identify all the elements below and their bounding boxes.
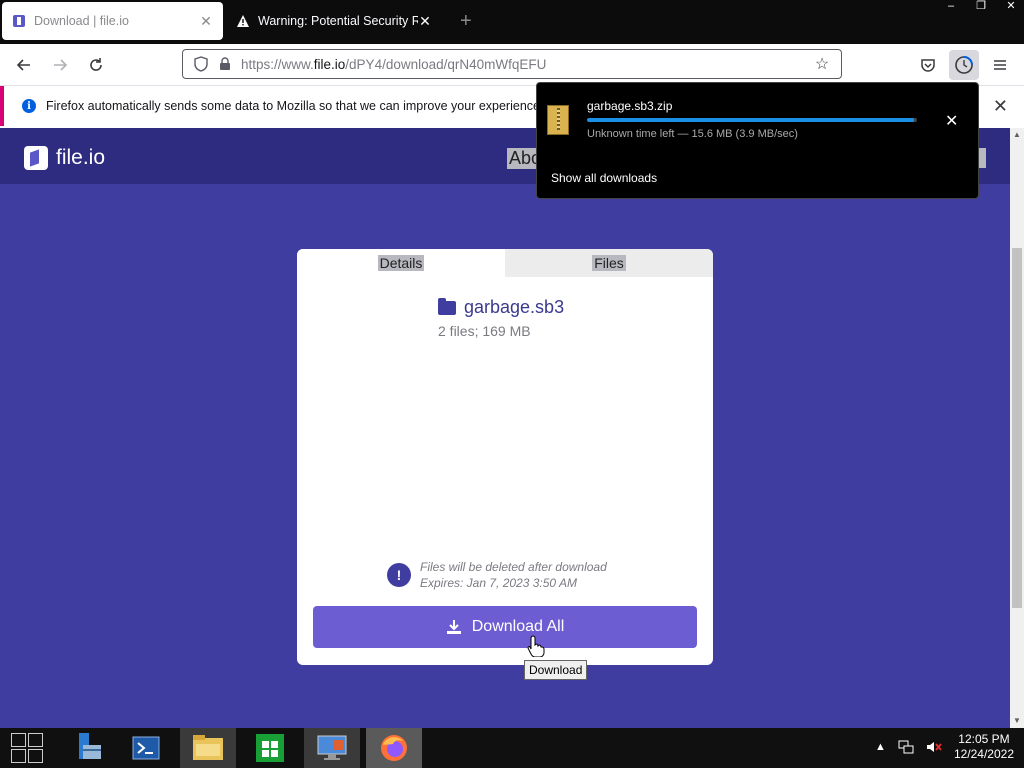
pocket-button[interactable] — [913, 50, 943, 80]
tab-security-warning[interactable]: Warning: Potential Security Risk ✕ — [226, 2, 442, 40]
warning-line-1: Files will be deleted after download — [420, 560, 607, 574]
info-icon: i — [22, 99, 36, 113]
download-icon — [446, 620, 461, 634]
windows-start-icon — [11, 733, 45, 763]
download-progress-icon — [955, 56, 973, 74]
reload-button[interactable] — [84, 53, 108, 77]
download-tooltip: Download — [524, 660, 588, 680]
tab-files[interactable]: Files — [505, 249, 713, 277]
system-tray: ▲ 12:05 PM 12/24/2022 — [875, 732, 1014, 762]
forward-arrow-icon — [54, 59, 68, 71]
lock-icon[interactable] — [217, 56, 233, 72]
tray-expand-icon[interactable]: ▲ — [875, 741, 886, 753]
cancel-download-icon[interactable]: ✕ — [945, 111, 958, 131]
menu-button[interactable] — [985, 50, 1015, 80]
page-scrollbar[interactable]: ▲ ▼ — [1010, 128, 1024, 728]
tracking-protection-icon[interactable] — [193, 56, 209, 72]
notification-close-icon[interactable]: ✕ — [993, 96, 1008, 117]
file-explorer-icon — [193, 735, 223, 760]
url-path: /dPY4/download/qrN40mWfqEFU — [345, 56, 547, 72]
taskbar-clock[interactable]: 12:05 PM 12/24/2022 — [954, 732, 1014, 762]
show-all-downloads-link[interactable]: Show all downloads — [551, 171, 657, 185]
file-name: garbage.sb3 — [464, 297, 565, 317]
taskbar-remote-desktop[interactable] — [304, 728, 360, 768]
downloads-button[interactable] — [949, 50, 979, 80]
back-arrow-icon — [16, 59, 30, 71]
window-controls: – ❐ ✕ — [946, 0, 1016, 14]
notification-text: Firefox automatically sends some data to… — [46, 99, 544, 113]
download-all-button[interactable]: Download All — [313, 606, 697, 648]
tab-download-fileio[interactable]: Download | file.io ✕ — [2, 2, 223, 40]
new-tab-button[interactable]: + — [460, 10, 472, 32]
taskbar-server-manager[interactable] — [58, 728, 114, 768]
scroll-down-icon[interactable]: ▼ — [1010, 714, 1024, 728]
tab-files-label: Files — [592, 255, 626, 271]
powershell-icon — [132, 736, 160, 760]
fileio-logo-icon — [24, 146, 48, 170]
forward-button[interactable] — [48, 53, 72, 77]
firefox-icon — [381, 735, 407, 761]
pocket-icon — [921, 59, 935, 72]
clock-date: 12/24/2022 — [953, 747, 1014, 761]
scroll-up-icon[interactable]: ▲ — [1010, 128, 1024, 142]
download-progress-fill — [587, 118, 914, 122]
url-prefix: https://www. — [241, 56, 314, 72]
taskbar-store[interactable] — [242, 728, 298, 768]
download-status: Unknown time left — 15.6 MB (3.9 MB/sec) — [587, 128, 798, 140]
folder-icon — [438, 297, 456, 315]
tab-details-label: Details — [377, 255, 425, 271]
hamburger-menu-icon — [994, 60, 1006, 70]
warning-icon — [237, 15, 249, 27]
nav-right-link[interactable] — [978, 148, 986, 168]
start-button[interactable] — [0, 728, 56, 768]
reload-icon — [90, 58, 102, 71]
close-window-button[interactable]: ✕ — [1006, 0, 1016, 14]
page-content: file.io Abo Details Files garbage.sb3 2 … — [0, 128, 1010, 728]
tab-title: Warning: Potential Security Risk — [258, 14, 418, 28]
hand-cursor-icon — [527, 635, 545, 663]
download-progress-bar — [587, 118, 917, 122]
taskbar-file-explorer[interactable] — [180, 728, 236, 768]
zip-file-icon — [547, 105, 569, 135]
fileio-favicon-icon — [13, 15, 25, 27]
tab-close-icon[interactable]: ✕ — [418, 13, 432, 30]
logo-text: file.io — [56, 146, 106, 169]
tab-strip: Download | file.io ✕ Warning: Potential … — [0, 0, 1024, 44]
download-card: Details Files garbage.sb3 2 files; 169 M… — [297, 249, 713, 665]
download-filename[interactable]: garbage.sb3.zip — [587, 99, 672, 113]
taskbar: ▲ 12:05 PM 12/24/2022 — [0, 728, 1024, 768]
network-icon[interactable] — [898, 740, 914, 754]
remote-desktop-icon — [317, 735, 347, 760]
url-domain: file.io — [313, 56, 346, 72]
warning-line-2: Expires: Jan 7, 2023 3:50 AM — [420, 576, 577, 590]
url-bar[interactable]: https://www.file.io/dPY4/download/qrN40m… — [182, 49, 842, 79]
download-all-label: Download All — [471, 618, 565, 635]
tab-close-icon[interactable]: ✕ — [199, 13, 213, 30]
file-title: garbage.sb3 — [438, 297, 564, 318]
fileio-logo[interactable]: file.io — [24, 146, 105, 170]
tab-title: Download | file.io — [34, 14, 129, 28]
card-tabs: Details Files — [297, 249, 713, 277]
navigation-bar: https://www.file.io/dPY4/download/qrN40m… — [0, 44, 1024, 86]
taskbar-powershell[interactable] — [118, 728, 174, 768]
restore-button[interactable]: ❐ — [976, 0, 986, 14]
clock-time: 12:05 PM — [958, 732, 1010, 746]
bookmark-star-icon[interactable]: ☆ — [813, 54, 831, 74]
exclamation-icon: ! — [387, 563, 411, 587]
taskbar-firefox[interactable] — [366, 728, 422, 768]
store-icon — [256, 734, 284, 762]
file-info: 2 files; 169 MB — [438, 323, 531, 339]
server-manager-icon — [79, 733, 101, 759]
downloads-panel: garbage.sb3.zip Unknown time left — 15.6… — [536, 82, 979, 199]
minimize-button[interactable]: – — [946, 0, 956, 14]
back-button[interactable] — [12, 53, 36, 77]
scrollbar-thumb[interactable] — [1012, 248, 1022, 608]
volume-muted-icon[interactable] — [926, 740, 942, 754]
tab-details[interactable]: Details — [297, 249, 505, 277]
url-text[interactable]: https://www.file.io/dPY4/download/qrN40m… — [241, 57, 813, 72]
deletion-warning: ! Files will be deleted after download E… — [387, 559, 607, 591]
